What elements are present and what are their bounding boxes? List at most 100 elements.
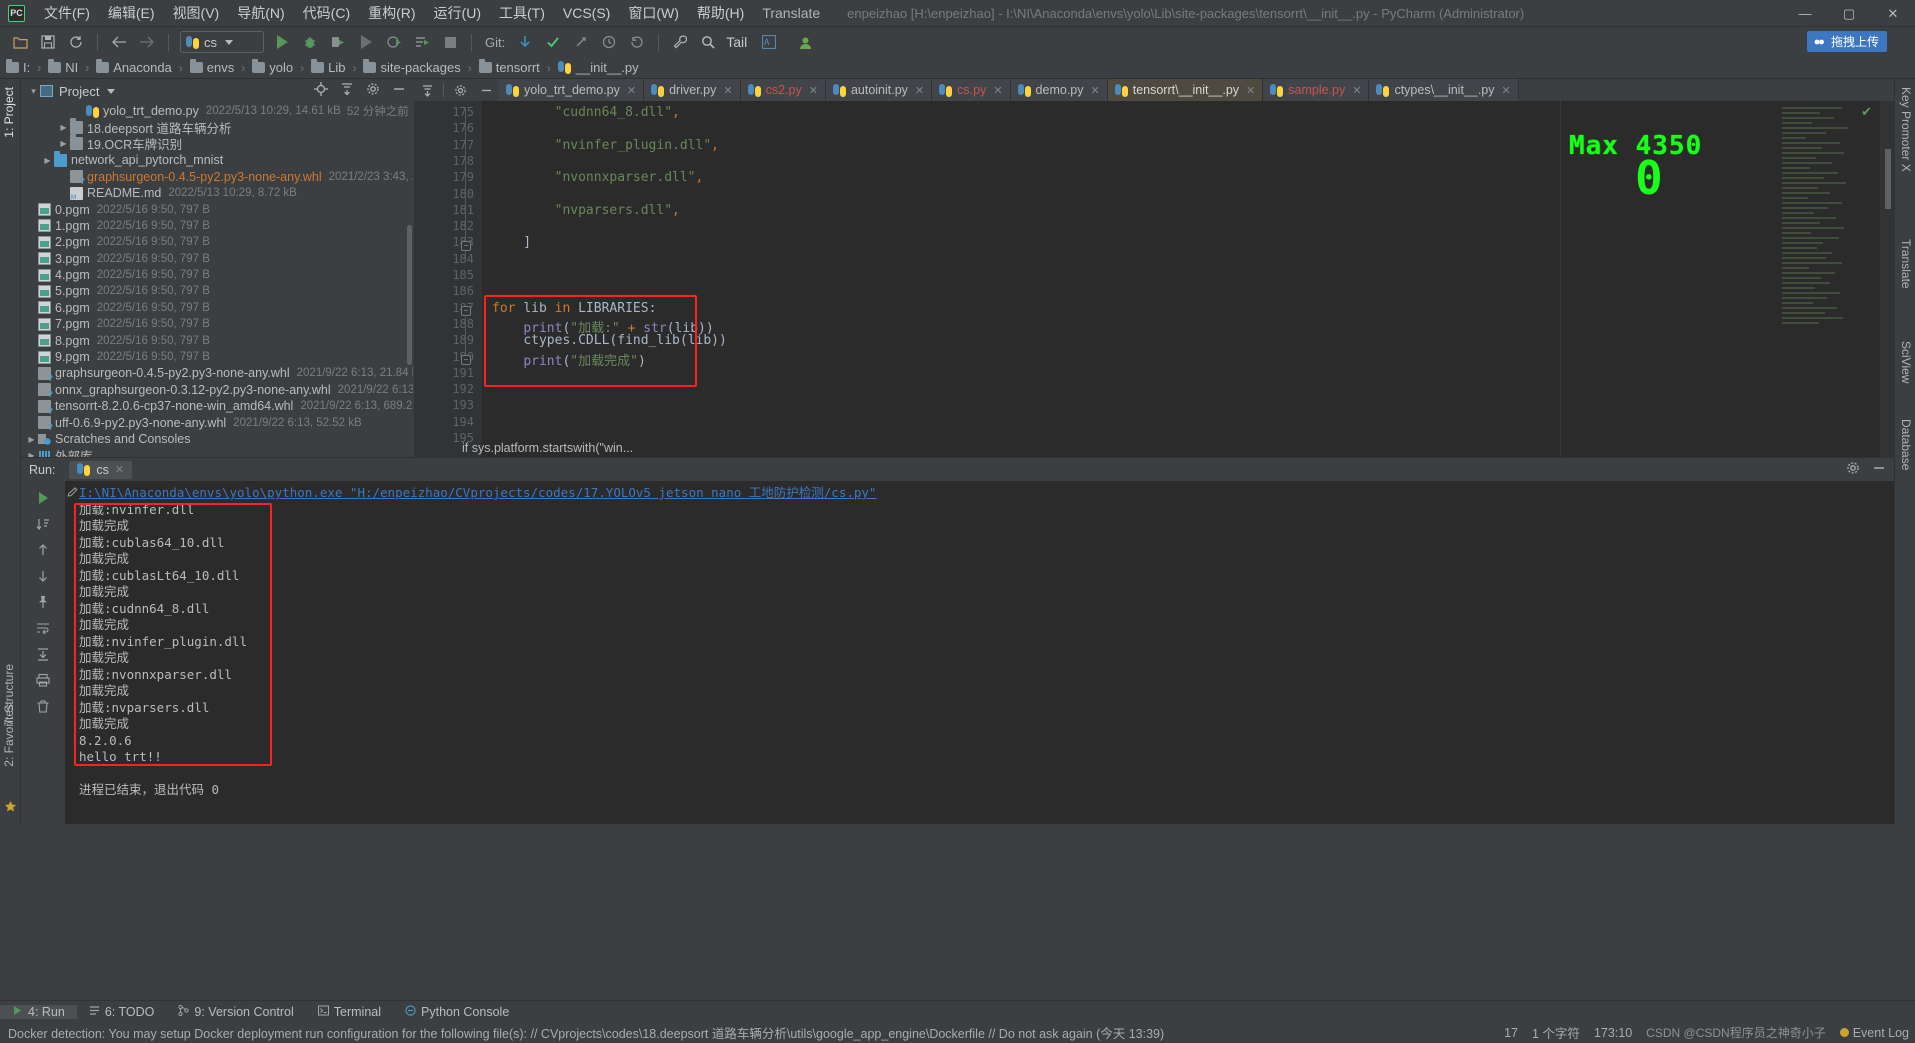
project-tree[interactable]: yolo_trt_demo.py 2022/5/13 10:29, 14.61 k…: [21, 103, 413, 457]
clear-all-icon[interactable]: [21, 693, 65, 719]
tree-row[interactable]: 4.pgm 2022/5/16 9:50, 797 B: [21, 267, 413, 283]
tree-row[interactable]: 5.pgm 2022/5/16 9:50, 797 B: [21, 283, 413, 299]
close-icon[interactable]: ✕: [1352, 84, 1361, 97]
close-icon[interactable]: ✕: [993, 84, 1002, 97]
editor-tab-5[interactable]: demo.py ✕: [1010, 79, 1108, 101]
vcs-update-icon[interactable]: [513, 31, 537, 53]
event-log-button[interactable]: Event Log: [1839, 1026, 1909, 1040]
tree-row[interactable]: 8.pgm 2022/5/16 9:50, 797 B: [21, 332, 413, 348]
code-editor[interactable]: 1751761771781791801811821831841851861871…: [414, 101, 1894, 457]
maximize-button[interactable]: ▢: [1827, 0, 1871, 27]
arrow-left-icon[interactable]: [107, 31, 131, 53]
fold-marker-183[interactable]: −: [461, 241, 471, 251]
breadcrumb-item-1[interactable]: NI: [48, 59, 78, 75]
debug-icon[interactable]: [298, 31, 322, 53]
breadcrumb-item-2[interactable]: Anaconda: [96, 59, 172, 75]
breadcrumb-item-4[interactable]: yolo: [252, 59, 293, 75]
history-icon[interactable]: [597, 31, 621, 53]
vcs-push-icon[interactable]: [569, 31, 593, 53]
close-icon[interactable]: ✕: [627, 84, 636, 97]
bottom-tab-1[interactable]: 6: TODO: [77, 1005, 167, 1019]
close-button[interactable]: ✕: [1871, 0, 1915, 27]
expand-arrow-icon[interactable]: ▶: [41, 156, 54, 165]
editor-tab-3[interactable]: autoinit.py ✕: [825, 79, 933, 101]
open-folder-icon[interactable]: [8, 31, 32, 53]
tree-row[interactable]: README.md 2022/5/13 10:29, 8.72 kB: [21, 185, 413, 201]
wrench-icon[interactable]: [668, 31, 692, 53]
menu-item-4[interactable]: 代码(C): [294, 0, 359, 26]
caret-position[interactable]: 17: [1504, 1026, 1518, 1040]
close-icon[interactable]: ✕: [1502, 84, 1511, 97]
fold-marker-190[interactable]: −: [461, 355, 471, 365]
save-icon[interactable]: [36, 31, 60, 53]
minimize-button[interactable]: —: [1783, 0, 1827, 27]
project-collapse-arrow-icon[interactable]: ▾: [27, 86, 40, 97]
editor-tab-6[interactable]: tensorrt\__init__.py ✕: [1107, 79, 1264, 101]
arrow-right-icon[interactable]: [135, 31, 159, 53]
sync-icon[interactable]: [64, 31, 88, 53]
tree-row[interactable]: 1.pgm 2022/5/16 9:50, 797 B: [21, 218, 413, 234]
menu-item-6[interactable]: 运行(U): [425, 0, 490, 26]
close-icon[interactable]: ✕: [1246, 84, 1255, 97]
menu-item-2[interactable]: 视图(V): [164, 0, 229, 26]
console-command-line[interactable]: I:\NI\Anaconda\envs\yolo\python.exe "H:/…: [65, 485, 1894, 502]
inspection-ok-icon[interactable]: ✔: [1861, 104, 1872, 120]
tree-row[interactable]: yolo_trt_demo.py 2022/5/13 10:29, 14.61 k…: [21, 103, 413, 119]
breadcrumb-item-0[interactable]: I:: [6, 59, 30, 75]
select-opened-file-icon[interactable]: [414, 79, 440, 101]
stop-icon[interactable]: [438, 31, 462, 53]
upload-button[interactable]: 拖拽上传: [1806, 31, 1887, 52]
soft-wrap-icon[interactable]: [21, 615, 65, 641]
editor-tab-8[interactable]: ctypes\__init__.py ✕: [1369, 79, 1519, 101]
expand-arrow-icon[interactable]: ▶: [25, 435, 38, 444]
rollback-icon[interactable]: [625, 31, 649, 53]
tree-row[interactable]: ▶ 19.OCR车牌识别: [21, 134, 413, 152]
breadcrumb-item-8[interactable]: __init__.py: [557, 60, 639, 75]
tail-button[interactable]: Tail: [726, 34, 747, 50]
breadcrumb-item-7[interactable]: tensorrt: [478, 59, 540, 75]
run-tests-icon[interactable]: [410, 31, 434, 53]
scroll-to-end-icon[interactable]: [21, 641, 65, 667]
bottom-tab-4[interactable]: Python Console: [393, 1005, 521, 1019]
tree-row[interactable]: ▶ 18.deepsort 道路车辆分析: [21, 118, 413, 136]
breadcrumb-item-5[interactable]: Lib: [311, 59, 345, 75]
scroll-down-icon[interactable]: [21, 563, 65, 589]
tree-row[interactable]: 6.pgm 2022/5/16 9:50, 797 B: [21, 300, 413, 316]
gear-icon[interactable]: [1846, 461, 1860, 478]
locate-icon[interactable]: [313, 81, 329, 97]
close-icon[interactable]: ✕: [1091, 84, 1100, 97]
editor-tab-7[interactable]: sample.py ✕: [1263, 79, 1370, 101]
collapse-all-icon[interactable]: [339, 81, 355, 97]
tree-row[interactable]: 0.pgm 2022/5/16 9:50, 797 B: [21, 201, 413, 217]
menu-item-1[interactable]: 编辑(E): [99, 0, 164, 26]
menu-item-0[interactable]: 文件(F): [35, 0, 99, 26]
tree-row[interactable]: graphsurgeon-0.4.5-py2.py3-none-any.whl 2…: [21, 365, 413, 383]
translate-plugin-icon[interactable]: A: [757, 31, 781, 53]
concurrency-diagram-icon[interactable]: [382, 31, 406, 53]
bottom-tab-2[interactable]: 9: Version Control: [166, 1004, 305, 1019]
menu-item-8[interactable]: VCS(S): [554, 2, 619, 24]
tree-row[interactable]: 2.pgm 2022/5/16 9:50, 797 B: [21, 234, 413, 250]
run-tab-cs[interactable]: cs ✕: [69, 460, 133, 479]
close-icon[interactable]: ✕: [723, 84, 732, 97]
run-console-output[interactable]: I:\NI\Anaconda\envs\yolo\python.exe "H:/…: [65, 481, 1894, 824]
run-configuration-selector[interactable]: cs: [180, 31, 264, 53]
close-icon[interactable]: ✕: [115, 463, 124, 476]
tree-row[interactable]: 9.pgm 2022/5/16 9:50, 797 B: [21, 349, 413, 365]
menu-item-5[interactable]: 重构(R): [359, 0, 424, 26]
tree-row[interactable]: ▶ 外部库: [21, 447, 413, 457]
tree-row[interactable]: onnx_graphsurgeon-0.3.12-py2.py3-none-an…: [21, 382, 413, 399]
scroll-up-icon[interactable]: [21, 537, 65, 563]
profile-icon[interactable]: [354, 31, 378, 53]
gear-icon[interactable]: [365, 81, 381, 97]
menu-item-11[interactable]: Translate: [753, 2, 829, 24]
sidebar-item-translate[interactable]: Translate: [1899, 239, 1913, 289]
sidebar-item-key-promoter[interactable]: Key Promoter X: [1899, 87, 1913, 172]
vcs-commit-icon[interactable]: [541, 31, 565, 53]
menu-item-3[interactable]: 导航(N): [228, 0, 293, 26]
hide-editor-icon[interactable]: [473, 79, 499, 101]
pin-icon[interactable]: [21, 589, 65, 615]
menu-item-9[interactable]: 窗口(W): [619, 0, 688, 26]
project-tree-scrollbar[interactable]: [406, 105, 413, 435]
code-minimap[interactable]: [1782, 107, 1862, 327]
